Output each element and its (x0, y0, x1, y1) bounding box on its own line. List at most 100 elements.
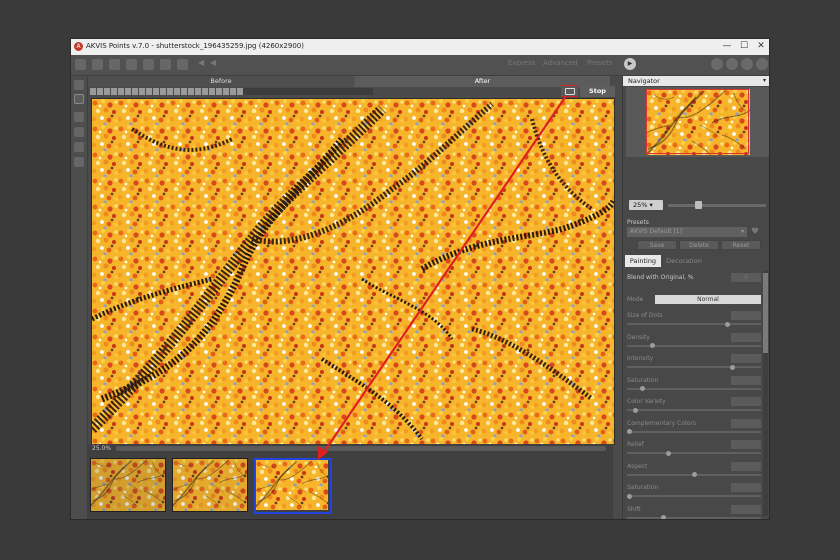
slider-label: Shift (627, 505, 641, 513)
slider-track[interactable] (627, 452, 761, 454)
blend-value-field[interactable]: 0 (731, 273, 761, 282)
brush-tool-icon[interactable] (74, 80, 84, 90)
processing-progress-bar (90, 88, 373, 95)
slider-handle[interactable] (627, 493, 632, 499)
snapshot-thumbnail-selected[interactable] (254, 458, 332, 514)
presets-label: Presets (627, 219, 649, 226)
minimize-button[interactable]: — (719, 40, 735, 53)
maximize-button[interactable]: ☐ (736, 40, 752, 53)
slider-value-field[interactable] (731, 311, 761, 320)
zoom-dropdown[interactable]: 25% ▾ (629, 200, 663, 210)
main-toolbar: ◀ ◀ Express Advanced Presets ▶ (71, 55, 769, 76)
zoom-slider-track[interactable] (668, 204, 766, 207)
slider-value-field[interactable] (731, 440, 761, 449)
help-icon[interactable] (726, 58, 738, 70)
slider-label: Color Variety (627, 398, 666, 405)
tab-decoration[interactable]: Decoration (663, 255, 705, 267)
navigator-view-frame[interactable] (646, 89, 749, 154)
navigator-header[interactable]: Navigator ▾ (623, 76, 769, 86)
slider-value-field[interactable] (731, 483, 761, 492)
window-title: AKVIS Points v.7.0 - shutterstock_196435… (86, 42, 304, 50)
save-preset-button[interactable]: Save (637, 240, 677, 250)
slider-handle[interactable] (665, 450, 671, 456)
slider-handle[interactable] (650, 343, 656, 348)
slider-handle[interactable] (627, 429, 632, 434)
presets-dropdown[interactable]: AKVIS Default [1] ▾ (627, 227, 747, 237)
slider-handle[interactable] (639, 386, 645, 391)
horizontal-scrollbar[interactable] (116, 446, 606, 451)
run-processing-button[interactable]: ▶ (624, 58, 636, 70)
hand-tool-icon[interactable] (74, 142, 84, 152)
slider-track[interactable] (627, 409, 761, 411)
settings-scrollbar[interactable] (763, 271, 768, 516)
favorite-preset-icon[interactable]: ♥ (751, 227, 763, 237)
slider-value-field[interactable] (731, 332, 761, 342)
slider-handle[interactable] (660, 515, 666, 519)
image-canvas[interactable] (91, 98, 615, 445)
slider-track[interactable] (627, 387, 761, 390)
slider-label: Saturation (627, 376, 659, 384)
zoom-slider-handle[interactable] (695, 201, 703, 209)
snapshot-thumbnail[interactable] (172, 458, 248, 512)
share-icon[interactable] (143, 59, 154, 70)
snapshots-strip (88, 453, 613, 519)
slider-value-field[interactable] (731, 418, 761, 428)
frame-icon[interactable] (177, 59, 188, 70)
navigator-title: Navigator (628, 77, 660, 85)
slider-track[interactable] (627, 430, 761, 433)
slider-label: Density (627, 333, 650, 341)
slider-handle[interactable] (730, 364, 736, 370)
slider-track[interactable] (627, 323, 761, 325)
undo-icon[interactable]: ◀ (198, 58, 204, 67)
snapshot-thumbnail[interactable] (90, 458, 166, 512)
view-tabs: Before After (88, 76, 610, 87)
slider-handle[interactable] (725, 321, 731, 327)
open-file-icon[interactable] (75, 59, 86, 70)
save-file-icon[interactable] (92, 59, 103, 70)
close-button[interactable]: ✕ (753, 40, 769, 53)
mode-advanced[interactable]: Advanced (543, 59, 578, 67)
slider-track[interactable] (627, 344, 761, 347)
info-icon[interactable] (711, 58, 723, 70)
mode-express[interactable]: Express (508, 59, 535, 67)
zoom-tool-icon[interactable] (74, 157, 84, 167)
blend-mode-dropdown[interactable]: Normal (655, 295, 761, 304)
zoom-status: 25.0% (92, 445, 112, 452)
stop-button[interactable]: Stop (580, 86, 615, 97)
gear-icon[interactable] (741, 58, 753, 70)
tools-panel (71, 76, 88, 519)
notifications-icon[interactable] (756, 58, 768, 70)
tab-painting[interactable]: Painting (625, 255, 661, 267)
batch-icon[interactable] (109, 59, 120, 70)
tab-before[interactable]: Before (88, 76, 354, 87)
slider-handle[interactable] (691, 472, 697, 477)
canvas-icon[interactable] (160, 59, 171, 70)
slider-value-field[interactable] (731, 375, 761, 385)
eraser-tool-icon[interactable] (74, 112, 84, 122)
slider-label: Aspect (627, 462, 648, 470)
delete-preset-button[interactable]: Delete (679, 240, 719, 250)
slider-label: Saturation (627, 484, 659, 491)
print-icon[interactable] (126, 59, 137, 70)
slider-track[interactable] (627, 366, 761, 368)
camera-icon (565, 88, 575, 95)
slider-value-field[interactable] (731, 504, 761, 514)
history-brush-icon[interactable] (74, 127, 84, 137)
redo-icon[interactable]: ◀ (210, 58, 216, 67)
mode-presets[interactable]: Presets (587, 59, 612, 67)
slider-value-field[interactable] (731, 354, 761, 363)
crop-tool-icon[interactable] (74, 94, 84, 104)
chevron-down-icon: ▾ (740, 228, 744, 235)
slider-value-field[interactable] (731, 397, 761, 406)
reset-preset-button[interactable]: Reset (721, 240, 761, 250)
slider-value-field[interactable] (731, 461, 761, 471)
settings-scrollbar-thumb[interactable] (763, 273, 768, 353)
processed-image (92, 99, 614, 444)
snapshot-button[interactable] (561, 85, 578, 97)
chevron-down-icon[interactable]: ▾ (763, 76, 766, 86)
slider-track[interactable] (627, 516, 761, 519)
slider-label: Size of Dots (627, 312, 663, 319)
slider-track[interactable] (627, 495, 761, 497)
settings-panel: Navigator ▾ 25% ▾ Presets AKVIS Default … (622, 76, 769, 519)
navigator-preview[interactable] (626, 87, 769, 157)
